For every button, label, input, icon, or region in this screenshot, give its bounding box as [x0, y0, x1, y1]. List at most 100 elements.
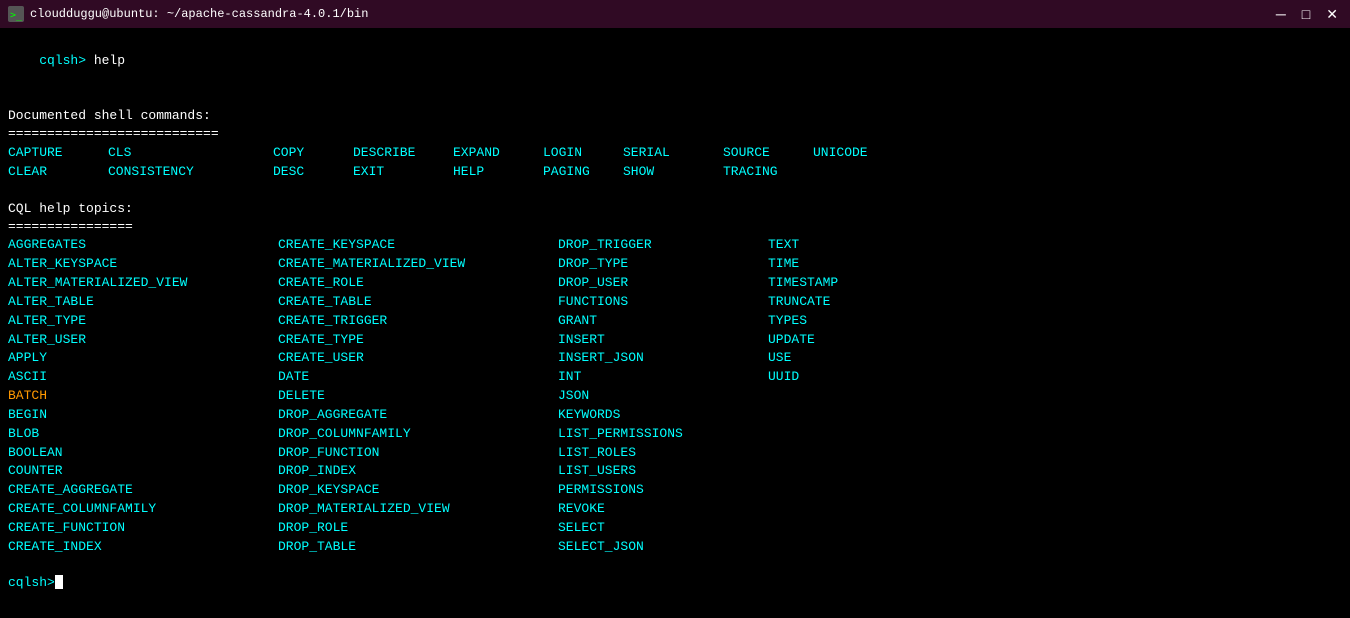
t-drop-function: DROP_FUNCTION — [278, 444, 558, 463]
t-drop-index: DROP_INDEX — [278, 462, 558, 481]
prompt-1: cqlsh> — [39, 53, 94, 68]
t-create-user: CREATE_USER — [278, 349, 558, 368]
topic-row-3: ALTER_MATERIALIZED_VIEW CREATE_ROLE DROP… — [8, 274, 1342, 293]
cmd-expand: EXPAND — [453, 143, 543, 163]
t-select: SELECT — [558, 519, 768, 538]
t-empty-6 — [768, 481, 968, 500]
cmd-clear: CLEAR — [8, 162, 108, 182]
titlebar-controls[interactable]: ─ □ ✕ — [1272, 7, 1342, 21]
cmd-help: HELP — [453, 162, 543, 182]
t-empty-4 — [768, 444, 968, 463]
t-text: TEXT — [768, 236, 968, 255]
t-create-function: CREATE_FUNCTION — [8, 519, 278, 538]
t-insert: INSERT — [558, 331, 768, 350]
topic-row-14: CREATE_AGGREGATE DROP_KEYSPACE PERMISSIO… — [8, 481, 1342, 500]
cmd-exit: EXIT — [353, 162, 453, 182]
t-types: TYPES — [768, 312, 968, 331]
t-time: TIME — [768, 255, 968, 274]
cursor — [55, 575, 63, 589]
t-alter-table: ALTER_TABLE — [8, 293, 278, 312]
t-empty-9 — [768, 538, 968, 557]
t-create-aggregate: CREATE_AGGREGATE — [8, 481, 278, 500]
t-int: INT — [558, 368, 768, 387]
topic-row-9: BATCH DELETE JSON — [8, 387, 1342, 406]
cmd-consistency: CONSISTENCY — [108, 162, 273, 182]
terminal-icon: >_ — [8, 6, 24, 22]
t-list-roles: LIST_ROLES — [558, 444, 768, 463]
t-counter: COUNTER — [8, 462, 278, 481]
t-keywords: KEYWORDS — [558, 406, 768, 425]
t-drop-user: DROP_USER — [558, 274, 768, 293]
cmd-desc: DESC — [273, 162, 353, 182]
t-empty-1 — [768, 387, 968, 406]
cmd-unicode: UNICODE — [813, 143, 913, 163]
t-drop-type: DROP_TYPE — [558, 255, 768, 274]
t-grant: GRANT — [558, 312, 768, 331]
t-create-index: CREATE_INDEX — [8, 538, 278, 557]
cmd-paging: PAGING — [543, 162, 623, 182]
t-create-columnfamily: CREATE_COLUMNFAMILY — [8, 500, 278, 519]
t-drop-mat-view: DROP_MATERIALIZED_VIEW — [278, 500, 558, 519]
t-empty-7 — [768, 500, 968, 519]
t-create-mat-view: CREATE_MATERIALIZED_VIEW — [278, 255, 558, 274]
svg-text:>_: >_ — [10, 10, 23, 21]
t-alter-mat-view: ALTER_MATERIALIZED_VIEW — [8, 274, 278, 293]
t-permissions: PERMISSIONS — [558, 481, 768, 500]
t-alter-type: ALTER_TYPE — [8, 312, 278, 331]
t-create-type: CREATE_TYPE — [278, 331, 558, 350]
t-drop-trigger: DROP_TRIGGER — [558, 236, 768, 255]
t-empty-2 — [768, 406, 968, 425]
t-alter-user: ALTER_USER — [8, 331, 278, 350]
topic-row-11: BLOB DROP_COLUMNFAMILY LIST_PERMISSIONS — [8, 425, 1342, 444]
divider-2: ================ — [8, 218, 1342, 236]
cql-header: CQL help topics: — [8, 200, 1342, 218]
t-revoke: REVOKE — [558, 500, 768, 519]
topic-row-1: AGGREGATES CREATE_KEYSPACE DROP_TRIGGER … — [8, 236, 1342, 255]
cmd-capture: CAPTURE — [8, 143, 108, 163]
documented-header: Documented shell commands: — [8, 107, 1342, 125]
t-uuid: UUID — [768, 368, 968, 387]
topic-row-16: CREATE_FUNCTION DROP_ROLE SELECT — [8, 519, 1342, 538]
t-insert-json: INSERT_JSON — [558, 349, 768, 368]
topic-row-13: COUNTER DROP_INDEX LIST_USERS — [8, 462, 1342, 481]
topic-row-10: BEGIN DROP_AGGREGATE KEYWORDS — [8, 406, 1342, 425]
t-drop-columnfamily: DROP_COLUMNFAMILY — [278, 425, 558, 444]
t-ascii: ASCII — [8, 368, 278, 387]
t-update: UPDATE — [768, 331, 968, 350]
shell-commands-row-1: CAPTURE CLS COPY DESCRIBE EXPAND LOGIN S… — [8, 143, 1342, 163]
t-empty-8 — [768, 519, 968, 538]
topic-row-5: ALTER_TYPE CREATE_TRIGGER GRANT TYPES — [8, 312, 1342, 331]
cmd-tracing: TRACING — [723, 162, 813, 182]
divider-1: =========================== — [8, 125, 1342, 143]
t-blob: BLOB — [8, 425, 278, 444]
t-functions: FUNCTIONS — [558, 293, 768, 312]
t-apply: APPLY — [8, 349, 278, 368]
t-create-trigger: CREATE_TRIGGER — [278, 312, 558, 331]
maximize-button[interactable]: □ — [1298, 7, 1314, 21]
t-batch: BATCH — [8, 387, 278, 406]
t-aggregates: AGGREGATES — [8, 236, 278, 255]
cmd-source: SOURCE — [723, 143, 813, 163]
t-empty-5 — [768, 462, 968, 481]
topic-row-17: CREATE_INDEX DROP_TABLE SELECT_JSON — [8, 538, 1342, 557]
cmd-serial: SERIAL — [623, 143, 723, 163]
t-use: USE — [768, 349, 968, 368]
close-button[interactable]: ✕ — [1322, 7, 1342, 21]
t-drop-role: DROP_ROLE — [278, 519, 558, 538]
topic-row-4: ALTER_TABLE CREATE_TABLE FUNCTIONS TRUNC… — [8, 293, 1342, 312]
topic-row-8: ASCII DATE INT UUID — [8, 368, 1342, 387]
t-truncate: TRUNCATE — [768, 293, 968, 312]
t-timestamp: TIMESTAMP — [768, 274, 968, 293]
cmd-describe: DESCRIBE — [353, 143, 453, 163]
t-date: DATE — [278, 368, 558, 387]
minimize-button[interactable]: ─ — [1272, 7, 1290, 21]
final-prompt-line: cqlsh> — [8, 575, 1342, 590]
command-line: cqlsh> help — [8, 34, 1342, 89]
cmd-login: LOGIN — [543, 143, 623, 163]
t-drop-keyspace: DROP_KEYSPACE — [278, 481, 558, 500]
topics-grid: AGGREGATES CREATE_KEYSPACE DROP_TRIGGER … — [8, 236, 1342, 556]
t-select-json: SELECT_JSON — [558, 538, 768, 557]
topic-row-12: BOOLEAN DROP_FUNCTION LIST_ROLES — [8, 444, 1342, 463]
topic-row-15: CREATE_COLUMNFAMILY DROP_MATERIALIZED_VI… — [8, 500, 1342, 519]
titlebar: >_ cloudduggu@ubuntu: ~/apache-cassandra… — [0, 0, 1350, 28]
